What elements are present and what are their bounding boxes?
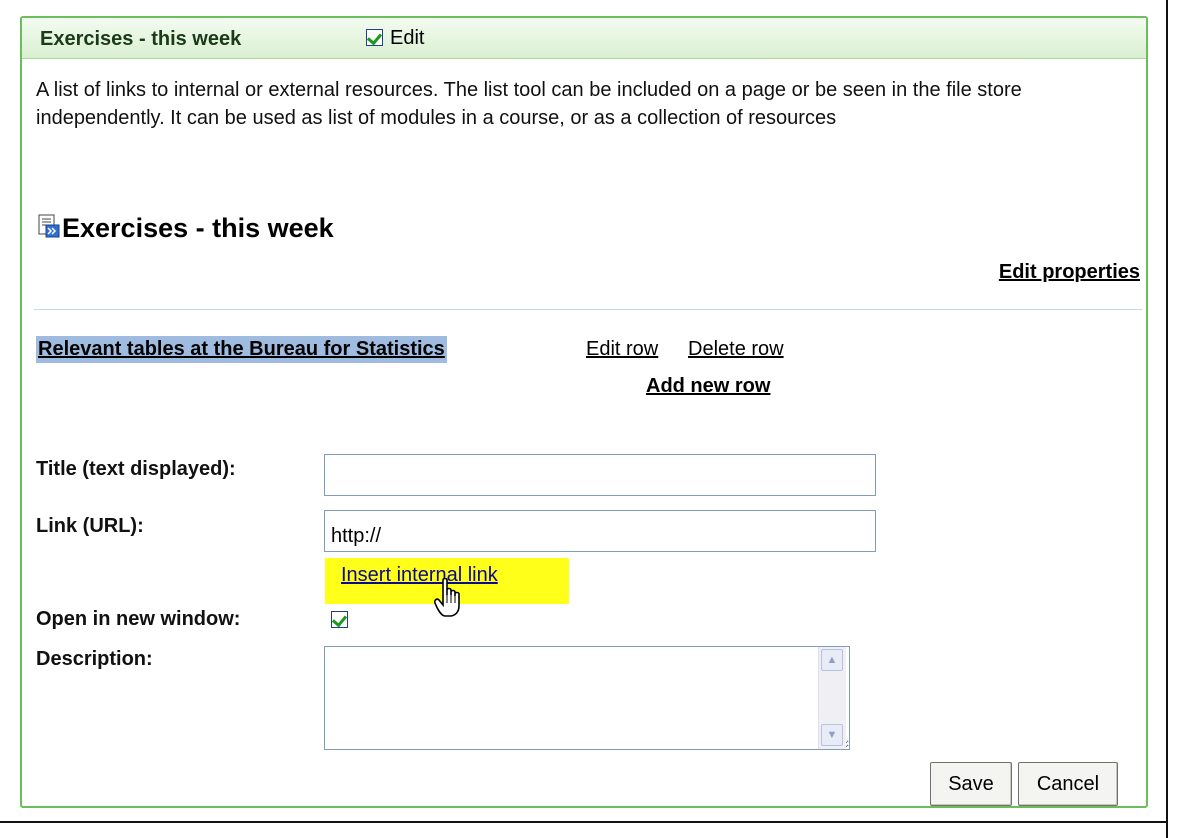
edit-properties-link[interactable]: Edit properties [999, 261, 1140, 284]
checkmark-icon [331, 611, 348, 628]
edit-checkbox-label[interactable]: Edit [390, 27, 424, 50]
description-scrollbar[interactable]: ▲ ▼ [818, 647, 846, 749]
cancel-button[interactable]: Cancel [1018, 762, 1118, 806]
open-new-window-checkbox[interactable] [331, 611, 348, 628]
edit-checkbox[interactable] [366, 29, 383, 46]
section-divider [34, 309, 1142, 310]
list-title: Exercises - this week [62, 213, 334, 243]
screenshot-frame-right [1166, 0, 1168, 838]
list-document-icon [38, 214, 60, 238]
title-field-label: Title (text displayed): [36, 458, 236, 480]
description-field-label: Description: [36, 648, 153, 670]
add-new-row-link[interactable]: Add new row [646, 375, 770, 398]
link-url-input[interactable] [324, 510, 876, 552]
title-input[interactable] [324, 454, 876, 496]
hand-pointer-icon [434, 578, 460, 617]
list-tool-description: A list of links to internal or external … [36, 79, 1022, 129]
scroll-down-icon[interactable]: ▼ [821, 724, 843, 746]
save-button[interactable]: Save [930, 762, 1012, 806]
checkmark-icon [366, 29, 383, 46]
list-row-title-link[interactable]: Relevant tables at the Bureau for Statis… [36, 336, 447, 363]
panel-header: Exercises - this week Edit [22, 18, 1146, 59]
delete-row-link[interactable]: Delete row [688, 338, 784, 361]
description-textarea[interactable] [324, 646, 850, 750]
list-tool-panel: Exercises - this week Edit A list of lin… [20, 16, 1148, 808]
scroll-up-icon[interactable]: ▲ [821, 649, 843, 671]
screenshot-frame-bottom [0, 821, 1168, 823]
link-field-label: Link (URL): [36, 515, 144, 537]
insert-internal-link[interactable]: Insert internal link [341, 564, 498, 587]
new-window-label: Open in new window: [36, 608, 241, 630]
panel-header-title: Exercises - this week [40, 28, 242, 50]
edit-row-link[interactable]: Edit row [586, 338, 658, 361]
